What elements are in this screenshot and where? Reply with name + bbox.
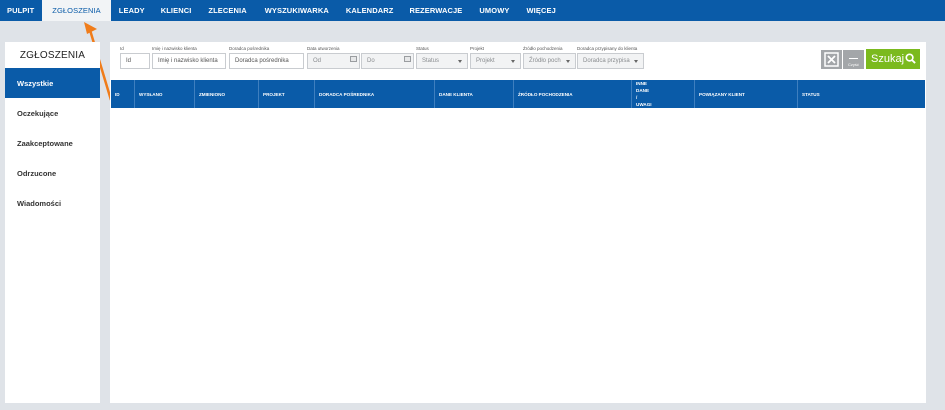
reset-filters-button[interactable] xyxy=(821,50,842,69)
search-button-label: Szukaj xyxy=(871,53,905,65)
sidebar: ZGŁOSZENIA Wszystkie Oczekujące Zaakcept… xyxy=(5,42,100,403)
nav-pulpit[interactable]: PULPIT xyxy=(0,0,42,21)
clear-button-label: Czyść xyxy=(848,62,859,67)
date-from-input[interactable]: Od xyxy=(307,53,360,69)
column-header-status[interactable]: STATUS xyxy=(798,80,925,108)
nav-zgloszenia[interactable]: ZGŁOSZENIA xyxy=(42,0,111,21)
table-body xyxy=(111,108,925,402)
calendar-icon[interactable] xyxy=(404,56,411,62)
filter-id: Id Id xyxy=(120,45,150,69)
client-name-input[interactable]: Imię i nazwisko klienta xyxy=(152,53,226,69)
advisor-input[interactable]: Doradca pośrednika xyxy=(229,53,304,69)
filter-assigned: Doradca przypisany do klienta Doradca pr… xyxy=(577,45,644,69)
table-header: ID WYSŁANO ZMIENIONO PROJEKT DORADCA POŚ… xyxy=(111,80,925,108)
filter-id-label: Id xyxy=(120,46,124,51)
column-header-zrodlo[interactable]: ŹRÓDŁO POCHODZENIA xyxy=(514,80,632,108)
filter-project: Projekt Projekt xyxy=(470,45,521,69)
filter-created: Data utworzenia Od Do xyxy=(307,45,415,69)
minus-icon xyxy=(849,57,858,59)
chevron-down-icon xyxy=(566,60,570,63)
filter-assigned-label: Doradca przypisany do klienta xyxy=(577,46,638,51)
filter-project-label: Projekt xyxy=(470,46,485,51)
search-button[interactable]: Szukaj xyxy=(866,49,920,69)
nav-wiecej[interactable]: WIĘCEJ xyxy=(520,0,566,21)
column-header-doradca[interactable]: DORADCA POŚREDNIKA xyxy=(315,80,435,108)
filter-created-label: Data utworzenia xyxy=(307,46,340,51)
sidebar-title: ZGŁOSZENIA xyxy=(19,49,86,61)
nav-rezerwacje[interactable]: REZERWACJE xyxy=(402,0,472,21)
sidebar-item-wiadomosci[interactable]: Wiadomości xyxy=(5,188,100,218)
filter-source-label: Źródło pochodzenia xyxy=(523,46,563,51)
sidebar-item-oczekujace[interactable]: Oczekujące xyxy=(5,98,100,128)
column-header-id[interactable]: ID xyxy=(111,80,135,108)
project-select[interactable]: Projekt xyxy=(470,53,521,69)
chevron-down-icon xyxy=(511,60,515,63)
filter-name-label: Imię i nazwisko klienta xyxy=(152,46,197,51)
nav-wyszukiwarka[interactable]: WYSZUKIWARKA xyxy=(258,0,339,21)
id-input[interactable]: Id xyxy=(120,53,150,69)
filter-name: Imię i nazwisko klienta Imię i nazwisko … xyxy=(152,45,226,69)
close-box-icon xyxy=(824,52,839,67)
date-to-input[interactable]: Do xyxy=(361,53,414,69)
filter-status-label: Status xyxy=(416,46,429,51)
top-nav: PULPIT ZGŁOSZENIA LEADY KLIENCI ZLECENIA… xyxy=(0,0,945,21)
nav-leady[interactable]: LEADY xyxy=(111,0,154,21)
column-header-dane-klienta[interactable]: DANE KLIENTA xyxy=(435,80,514,108)
filter-advisor: Doradca pośrednika Doradca pośrednika xyxy=(229,45,304,69)
date-to-placeholder: Do xyxy=(367,58,375,64)
source-select[interactable]: Źródło poch xyxy=(523,53,576,69)
column-header-zmieniono[interactable]: ZMIENIONO xyxy=(195,80,259,108)
filter-status: Status Status xyxy=(416,45,468,69)
nav-kalendarz[interactable]: KALENDARZ xyxy=(339,0,403,21)
filter-advisor-label: Doradca pośrednika xyxy=(229,46,270,51)
column-header-wyslano[interactable]: WYSŁANO xyxy=(135,80,195,108)
nav-zlecenia[interactable]: ZLECENIA xyxy=(201,0,257,21)
column-header-powiazany-klient[interactable]: POWIĄZANY KLIENT xyxy=(695,80,798,108)
assigned-advisor-select[interactable]: Doradca przypisa xyxy=(577,53,644,69)
status-select-value: Status xyxy=(422,58,440,64)
source-select-value: Źródło poch xyxy=(529,58,561,64)
column-header-projekt[interactable]: PROJEKT xyxy=(259,80,315,108)
column-header-inne-dane-label: INNE DANE / UWAGI xyxy=(636,81,652,107)
search-icon xyxy=(905,53,916,64)
calendar-icon[interactable] xyxy=(350,56,357,62)
main-panel: Id Id Imię i nazwisko klienta Imię i naz… xyxy=(110,42,926,403)
chevron-down-icon xyxy=(458,60,462,63)
column-header-inne-dane[interactable]: INNE DANE / UWAGI xyxy=(632,80,695,108)
chevron-down-icon xyxy=(634,60,638,63)
nav-klienci[interactable]: KLIENCI xyxy=(154,0,202,21)
date-from-placeholder: Od xyxy=(313,58,322,64)
sidebar-item-zaakceptowane[interactable]: Zaakceptowane xyxy=(5,128,100,158)
filter-source: Źródło pochodzenia Źródło poch xyxy=(523,45,576,69)
status-select[interactable]: Status xyxy=(416,53,468,69)
sidebar-item-wszystkie[interactable]: Wszystkie xyxy=(5,68,100,98)
assigned-select-value: Doradca przypisa xyxy=(583,58,630,64)
sidebar-item-odrzucone[interactable]: Odrzucone xyxy=(5,158,100,188)
project-select-value: Projekt xyxy=(476,58,495,64)
clear-button[interactable]: Czyść xyxy=(843,50,864,69)
nav-umowy[interactable]: UMOWY xyxy=(472,0,519,21)
